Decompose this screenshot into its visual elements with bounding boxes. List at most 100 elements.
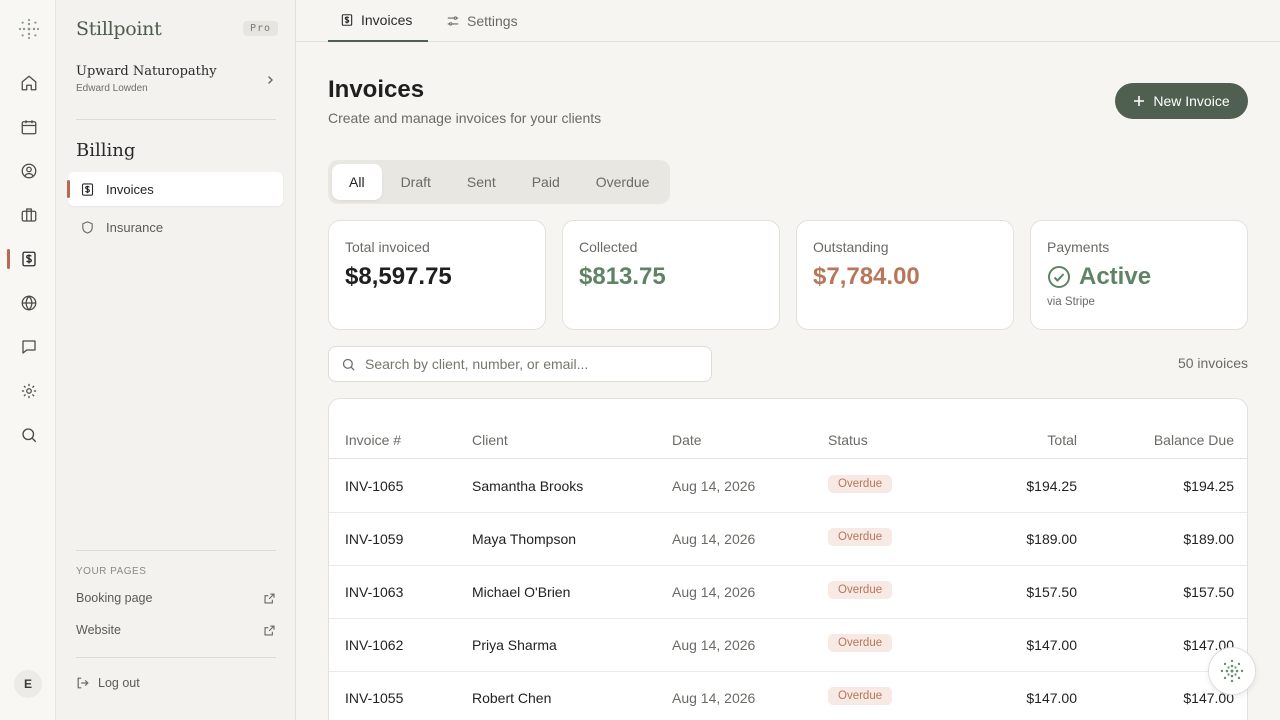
search-input[interactable] bbox=[365, 356, 695, 372]
sidebar: Stillpoint Pro Upward Naturopathy Edward… bbox=[56, 0, 296, 720]
column-header[interactable]: Total bbox=[1047, 432, 1077, 448]
page-link-label: Website bbox=[76, 623, 121, 637]
rail-services[interactable] bbox=[12, 198, 46, 232]
sidebar-item-label: Insurance bbox=[106, 219, 164, 235]
stat-label: Collected bbox=[579, 239, 638, 255]
status-filter: All Draft Sent Paid Overdue bbox=[328, 160, 670, 204]
search-icon bbox=[342, 358, 355, 371]
stat-label: Payments bbox=[1047, 239, 1110, 255]
briefcase-icon bbox=[21, 208, 37, 222]
tab-invoices[interactable]: Invoices bbox=[328, 0, 428, 42]
table-row[interactable]: INV-1063 Michael O'Brien Aug 14, 2026 Ov… bbox=[329, 566, 1247, 619]
column-header[interactable]: Balance Due bbox=[1154, 432, 1234, 448]
tab-bar: Invoices Settings bbox=[296, 0, 1280, 42]
column-header[interactable]: Date bbox=[672, 432, 702, 448]
sparkle-dots-icon bbox=[1220, 659, 1244, 683]
section-title: Billing bbox=[76, 140, 136, 161]
assistant-button[interactable] bbox=[1208, 647, 1256, 695]
search-box bbox=[328, 346, 712, 382]
gear-icon bbox=[21, 383, 37, 399]
stat-label: Total invoiced bbox=[345, 239, 430, 255]
invoice-icon bbox=[81, 182, 94, 196]
table-row[interactable]: INV-1059 Maya Thompson Aug 14, 2026 Over… bbox=[329, 513, 1247, 566]
invoice-number: INV-1063 bbox=[345, 584, 404, 600]
plus-icon bbox=[1134, 96, 1145, 106]
shield-icon bbox=[82, 220, 93, 234]
rail-billing[interactable] bbox=[7, 242, 46, 276]
stat-card-collected: Collected $813.75 bbox=[562, 220, 780, 330]
new-invoice-label: New Invoice bbox=[1153, 93, 1230, 109]
filter-sent[interactable]: Sent bbox=[450, 164, 513, 200]
practice-switcher[interactable]: Upward Naturopathy Edward Lowden bbox=[76, 64, 276, 104]
table-row[interactable]: INV-1055 Robert Chen Aug 14, 2026 Overdu… bbox=[329, 672, 1247, 720]
logo-icon[interactable] bbox=[18, 18, 40, 40]
sidebar-item-insurance[interactable]: Insurance bbox=[68, 210, 283, 244]
globe-icon bbox=[21, 295, 37, 311]
sliders-icon bbox=[447, 16, 459, 26]
balance-due: $157.50 bbox=[1183, 584, 1234, 600]
invoice-date: Aug 14, 2026 bbox=[672, 690, 756, 706]
tab-label: Settings bbox=[467, 13, 518, 29]
avatar[interactable]: E bbox=[14, 670, 42, 698]
rail-clients[interactable] bbox=[12, 154, 46, 188]
client-name: Priya Sharma bbox=[472, 637, 557, 653]
rail-messages[interactable] bbox=[12, 330, 46, 364]
table-row[interactable]: INV-1065 Samantha Brooks Aug 14, 2026 Ov… bbox=[329, 460, 1247, 513]
booking-page-link[interactable]: Booking page bbox=[76, 588, 276, 608]
client-name: Samantha Brooks bbox=[472, 478, 584, 494]
invoice-count: 50 invoices bbox=[1177, 355, 1248, 371]
page-title: Invoices bbox=[328, 76, 425, 103]
filter-draft[interactable]: Draft bbox=[384, 164, 448, 200]
external-link-icon bbox=[264, 624, 275, 636]
table-row[interactable]: INV-1062 Priya Sharma Aug 14, 2026 Overd… bbox=[329, 619, 1247, 672]
chevron-right-icon bbox=[268, 76, 273, 84]
invoice-total: $147.00 bbox=[1026, 637, 1077, 653]
invoice-date: Aug 14, 2026 bbox=[672, 531, 756, 547]
sidebar-item-invoices[interactable]: Invoices bbox=[67, 172, 283, 206]
invoice-number: INV-1065 bbox=[345, 478, 404, 494]
main-content: Invoices Settings Invoices Create and ma… bbox=[296, 0, 1280, 720]
tab-label: Invoices bbox=[361, 12, 413, 28]
filter-overdue[interactable]: Overdue bbox=[579, 164, 667, 200]
practice-name: Upward Naturopathy bbox=[76, 64, 217, 79]
invoice-date: Aug 14, 2026 bbox=[672, 637, 756, 653]
plan-badge: Pro bbox=[243, 21, 279, 36]
divider bbox=[76, 550, 276, 551]
rail-settings[interactable] bbox=[12, 374, 46, 408]
icon-rail: E bbox=[0, 0, 56, 720]
logout-button[interactable]: Log out bbox=[76, 676, 140, 690]
column-header[interactable]: Client bbox=[472, 432, 508, 448]
client-name: Michael O'Brien bbox=[472, 584, 571, 600]
invoice-number: INV-1059 bbox=[345, 531, 404, 547]
payments-status-label: Active bbox=[1079, 263, 1152, 290]
filter-paid[interactable]: Paid bbox=[515, 164, 577, 200]
rail-home[interactable] bbox=[12, 66, 46, 100]
stat-label: Outstanding bbox=[813, 239, 889, 255]
invoice-icon bbox=[22, 251, 36, 267]
invoice-number: INV-1062 bbox=[345, 637, 404, 653]
invoice-total: $194.25 bbox=[1026, 478, 1077, 494]
filter-all[interactable]: All bbox=[332, 164, 382, 200]
sidebar-item-label: Invoices bbox=[106, 181, 154, 197]
invoice-date: Aug 14, 2026 bbox=[672, 478, 756, 494]
column-header[interactable]: Invoice # bbox=[345, 432, 401, 448]
stat-value: $8,597.75 bbox=[345, 263, 452, 290]
website-link[interactable]: Website bbox=[76, 620, 276, 640]
new-invoice-button[interactable]: New Invoice bbox=[1115, 83, 1248, 119]
rail-search[interactable] bbox=[12, 418, 46, 452]
rail-calendar[interactable] bbox=[12, 110, 46, 144]
calendar-icon bbox=[21, 120, 37, 135]
stat-card-total: Total invoiced $8,597.75 bbox=[328, 220, 546, 330]
rail-website[interactable] bbox=[12, 286, 46, 320]
status-badge: Overdue bbox=[828, 528, 893, 546]
status-badge: Overdue bbox=[828, 581, 893, 599]
home-icon bbox=[21, 75, 37, 91]
logout-label: Log out bbox=[98, 676, 140, 690]
invoice-total: $147.00 bbox=[1026, 690, 1077, 706]
tab-settings[interactable]: Settings bbox=[434, 0, 530, 42]
table-header: Invoice # Client Date Status Total Balan… bbox=[329, 419, 1247, 459]
column-header[interactable]: Status bbox=[828, 432, 868, 448]
stat-card-payments: Payments Active via Stripe bbox=[1030, 220, 1248, 330]
invoice-date: Aug 14, 2026 bbox=[672, 584, 756, 600]
your-pages-heading: YOUR PAGES bbox=[76, 566, 147, 577]
